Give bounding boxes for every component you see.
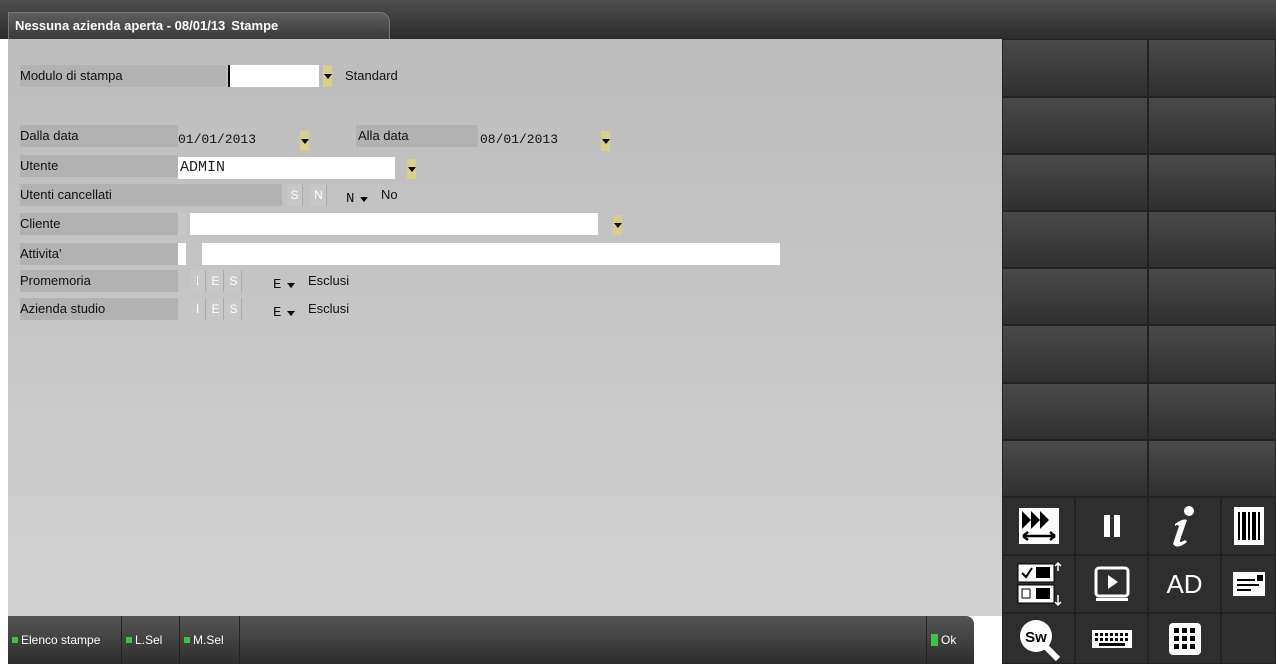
az-opt-i[interactable]: I: [190, 298, 206, 320]
window-title: Nessuna azienda aperta - 08/01/13 Stampe: [15, 18, 278, 33]
msel-label: M.Sel: [193, 633, 224, 647]
prom-opt-s[interactable]: S: [226, 270, 242, 292]
dalla-dropdown[interactable]: [300, 131, 309, 151]
fkey-12[interactable]: [1148, 325, 1276, 383]
fkey-8[interactable]: [1148, 211, 1276, 268]
alla-label: Alla data: [356, 125, 478, 147]
promemoria-label: Promemoria: [20, 270, 178, 292]
utente-input[interactable]: ADMIN: [178, 157, 395, 179]
ok-label: Ok: [941, 633, 957, 647]
select-toggle-icon[interactable]: [1002, 555, 1075, 613]
az-opt-e[interactable]: E: [208, 298, 224, 320]
prom-value[interactable]: E: [273, 274, 281, 296]
multitask-arrows-icon[interactable]: [1002, 497, 1075, 555]
info-icon[interactable]: [1148, 497, 1221, 555]
ad-icon[interactable]: AD: [1148, 555, 1221, 613]
modulo-dropdown[interactable]: [323, 65, 332, 87]
elenco-stampe-button[interactable]: Elenco stampe: [8, 616, 122, 664]
fkey-11[interactable]: [1002, 325, 1148, 383]
cliente-dropdown[interactable]: [613, 215, 622, 235]
utente-dropdown[interactable]: [407, 159, 416, 179]
media-player-icon[interactable]: [1075, 555, 1148, 613]
canc-opt-s[interactable]: S: [287, 184, 303, 206]
keyboard-icon[interactable]: [1075, 613, 1148, 664]
prom-opt-e[interactable]: E: [208, 270, 224, 292]
green-indicator: [931, 634, 938, 646]
canc-value[interactable]: N: [346, 188, 354, 210]
sw-search-icon[interactable]: Sw: [1002, 613, 1075, 664]
numeric-keypad-icon[interactable]: [1148, 613, 1221, 664]
az-dropdown[interactable]: [286, 304, 295, 322]
canc-desc: No: [381, 187, 398, 202]
cliente-label: Cliente: [20, 213, 178, 235]
az-value[interactable]: E: [273, 302, 281, 324]
alla-dropdown[interactable]: [601, 131, 610, 151]
canc-label: Utenti cancellati: [20, 184, 282, 206]
print-form: Modulo di stampa Standard Dalla data 01/…: [8, 39, 1002, 616]
canc-opt-n[interactable]: N: [311, 184, 327, 206]
fkey-1[interactable]: [1002, 39, 1148, 97]
msel-button[interactable]: M.Sel: [180, 616, 240, 664]
attivita-input[interactable]: [202, 243, 780, 265]
fkey-2[interactable]: [1148, 39, 1276, 97]
pause-icon[interactable]: [1075, 497, 1148, 555]
company-date-text: Nessuna azienda aperta - 08/01/13: [15, 18, 226, 33]
cliente-input[interactable]: [190, 213, 598, 235]
canc-dropdown[interactable]: [359, 190, 368, 208]
lsel-label: L.Sel: [135, 633, 163, 647]
modulo-label: Modulo di stampa: [20, 65, 226, 87]
title-bar: Nessuna azienda aperta - 08/01/13 Stampe: [0, 0, 1276, 39]
fkey-15[interactable]: [1002, 440, 1148, 497]
azienda-label: Azienda studio: [20, 298, 178, 320]
prom-opt-i[interactable]: I: [190, 270, 206, 292]
barcode-window-icon[interactable]: [1221, 497, 1276, 555]
az-opt-s[interactable]: S: [226, 298, 242, 320]
az-desc: Esclusi: [308, 301, 350, 316]
fkey-7[interactable]: [1002, 211, 1148, 268]
sw-label: Sw: [1025, 629, 1047, 646]
fkey-4[interactable]: [1148, 97, 1276, 154]
alla-input[interactable]: 08/01/2013: [480, 129, 558, 151]
empty-key[interactable]: [1221, 613, 1276, 664]
fkey-10[interactable]: [1148, 268, 1276, 325]
fkey-6[interactable]: [1148, 154, 1276, 211]
window-tab: Nessuna azienda aperta - 08/01/13 Stampe: [8, 12, 390, 39]
lsel-button[interactable]: L.Sel: [122, 616, 180, 664]
dalla-input[interactable]: 01/01/2013: [178, 129, 256, 151]
green-indicator: [126, 637, 132, 643]
green-indicator: [184, 637, 190, 643]
fkey-3[interactable]: [1002, 97, 1148, 154]
green-indicator: [12, 637, 18, 643]
fkey-14[interactable]: [1148, 383, 1276, 440]
fkey-5[interactable]: [1002, 154, 1148, 211]
dalla-label: Dalla data: [20, 125, 178, 147]
fkey-16[interactable]: [1148, 440, 1276, 497]
fkey-9[interactable]: [1002, 268, 1148, 325]
prom-desc: Esclusi: [308, 273, 350, 288]
attivita-flag[interactable]: [178, 243, 186, 265]
tab-stampe[interactable]: Stampe: [231, 18, 278, 33]
attivita-label: Attivita': [20, 243, 178, 265]
utente-label: Utente: [20, 155, 178, 177]
prom-dropdown[interactable]: [286, 276, 295, 294]
function-key-panel: AD Sw: [1002, 39, 1276, 664]
modulo-desc: Standard: [345, 68, 398, 83]
function-bar: Elenco stampe L.Sel M.Sel Ok: [8, 616, 974, 664]
modulo-input[interactable]: [228, 65, 319, 87]
fkey-13[interactable]: [1002, 383, 1148, 440]
elenco-stampe-label: Elenco stampe: [21, 633, 101, 647]
cliente-flag: [178, 213, 186, 235]
message-card-icon[interactable]: [1221, 555, 1276, 613]
ok-button[interactable]: Ok: [926, 616, 974, 664]
